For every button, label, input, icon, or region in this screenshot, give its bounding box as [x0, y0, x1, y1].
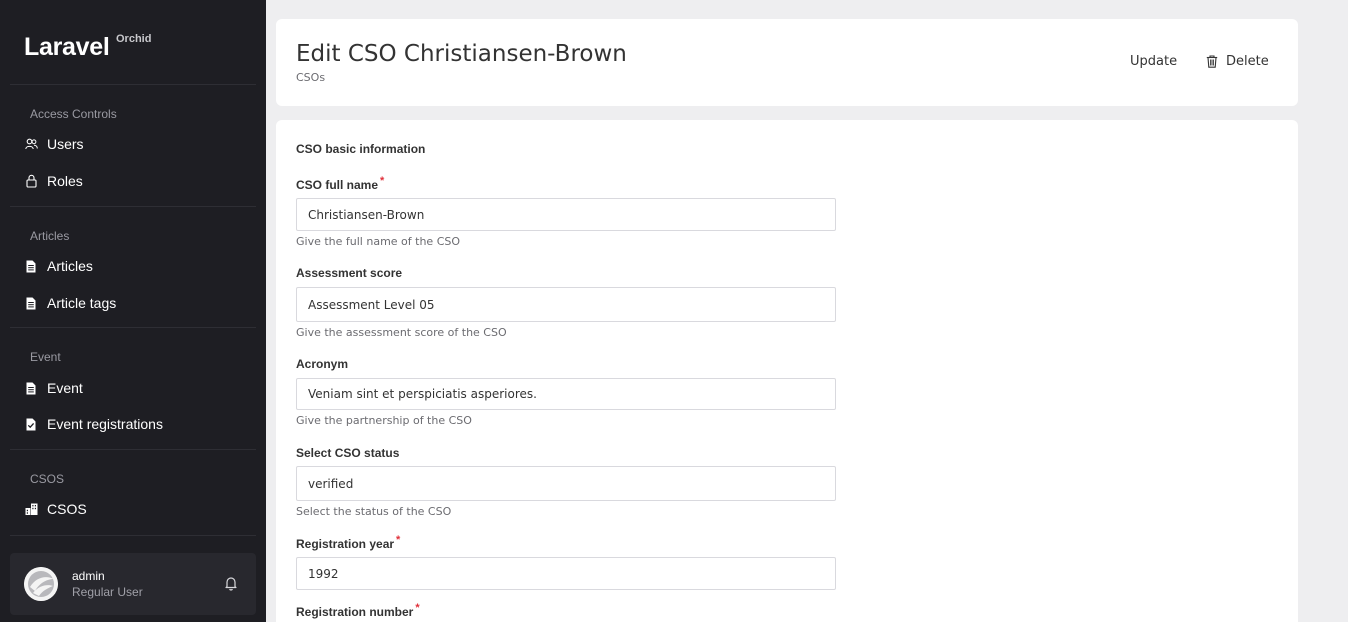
- field-label-text: Acronym: [296, 357, 349, 371]
- field-label-assessment-score: Assessment score: [296, 266, 402, 280]
- sidebar-item-event-registrations[interactable]: Event registrations: [10, 409, 256, 439]
- input-value: verified: [308, 476, 354, 491]
- user-role: Regular User: [72, 585, 143, 599]
- divider: [10, 84, 256, 85]
- field-label-cso-full-name: CSO full name *: [296, 175, 385, 192]
- building-icon: [24, 502, 38, 516]
- user-name: admin: [72, 569, 105, 583]
- assessment-score-input[interactable]: Assessment Level 05: [296, 287, 836, 322]
- section-title-access-controls: Access Controls: [30, 107, 117, 121]
- divider: [10, 327, 256, 328]
- input-value: Veniam sint et perspiciatis asperiores.: [308, 387, 537, 401]
- brand-logo[interactable]: Laravel: [24, 33, 110, 62]
- section-title-event: Event: [30, 350, 61, 364]
- field-label-text: Registration number: [296, 605, 414, 619]
- bell-icon[interactable]: [223, 575, 239, 591]
- sidebar-item-label: CSOS: [47, 501, 87, 517]
- cso-form: CSO basic information CSO full name * Chr…: [276, 120, 1298, 622]
- breadcrumb[interactable]: CSOs: [296, 71, 325, 84]
- cso-full-name-input[interactable]: Christiansen-Brown: [296, 198, 836, 231]
- document-icon: [24, 296, 38, 310]
- input-value: Assessment Level 05: [308, 297, 435, 312]
- field-help: Give the partnership of the CSO: [296, 414, 472, 427]
- users-icon: [24, 137, 38, 151]
- field-label-text: Assessment score: [296, 266, 403, 280]
- sidebar-item-label: Article tags: [47, 295, 117, 311]
- sidebar-item-label: Users: [47, 136, 84, 152]
- lock-icon: [24, 174, 38, 188]
- field-label-cso-status: Select CSO status: [296, 446, 399, 460]
- field-label-text: CSO full name: [296, 178, 379, 192]
- sidebar-item-label: Roles: [47, 173, 83, 189]
- field-label-registration-number: Registration number *: [296, 602, 420, 619]
- page-header: Edit CSO Christiansen-Brown CSOs Update …: [276, 19, 1298, 106]
- brand-sup: Orchid: [116, 33, 152, 45]
- sidebar-item-users[interactable]: Users: [10, 129, 256, 159]
- sidebar-item-article-tags[interactable]: Article tags: [10, 288, 256, 318]
- field-help: Give the full name of the CSO: [296, 235, 461, 248]
- divider: [10, 449, 256, 450]
- update-label: Update: [1130, 54, 1178, 69]
- registration-year-input[interactable]: 1992: [296, 557, 836, 590]
- section-title-csos: CSOS: [30, 472, 65, 486]
- field-help: Give the assessment score of the CSO: [296, 326, 507, 339]
- avatar[interactable]: [24, 567, 58, 601]
- delete-label: Delete: [1226, 54, 1269, 69]
- sidebar: Laravel Orchid Access Controls Users Rol…: [0, 0, 266, 622]
- field-help: Select the status of the CSO: [296, 505, 452, 518]
- field-label-acronym: Acronym: [296, 357, 348, 371]
- document-check-icon: [24, 417, 38, 431]
- update-button[interactable]: Update: [1130, 54, 1177, 69]
- required-marker: *: [396, 534, 401, 546]
- delete-button[interactable]: Delete: [1206, 54, 1269, 69]
- sidebar-item-articles[interactable]: Articles: [10, 251, 256, 281]
- trash-icon: [1206, 55, 1218, 68]
- field-label-text: Select CSO status: [296, 446, 400, 460]
- input-value: Christiansen-Brown: [308, 207, 425, 222]
- field-label-registration-year: Registration year *: [296, 534, 401, 551]
- sidebar-item-label: Articles: [47, 258, 93, 274]
- field-label-text: Registration year: [296, 537, 395, 551]
- required-marker: *: [415, 602, 420, 614]
- input-value: 1992: [308, 566, 339, 581]
- form-heading: CSO basic information: [296, 142, 426, 156]
- required-marker: *: [380, 175, 385, 187]
- sidebar-item-event[interactable]: Event: [10, 373, 256, 403]
- sidebar-item-label: Event registrations: [47, 416, 163, 432]
- section-title-articles: Articles: [30, 229, 70, 243]
- document-icon: [24, 259, 38, 273]
- page-title: Edit CSO Christiansen-Brown: [296, 41, 627, 67]
- divider: [10, 535, 256, 536]
- divider: [10, 206, 256, 207]
- user-profile[interactable]: admin Regular User: [10, 553, 256, 615]
- cso-status-select[interactable]: verified: [296, 466, 836, 501]
- acronym-input[interactable]: Veniam sint et perspiciatis asperiores.: [296, 378, 836, 410]
- sidebar-item-roles[interactable]: Roles: [10, 166, 256, 196]
- sidebar-item-label: Event: [47, 380, 83, 396]
- document-icon: [24, 381, 38, 395]
- sidebar-item-csos[interactable]: CSOS: [10, 494, 256, 524]
